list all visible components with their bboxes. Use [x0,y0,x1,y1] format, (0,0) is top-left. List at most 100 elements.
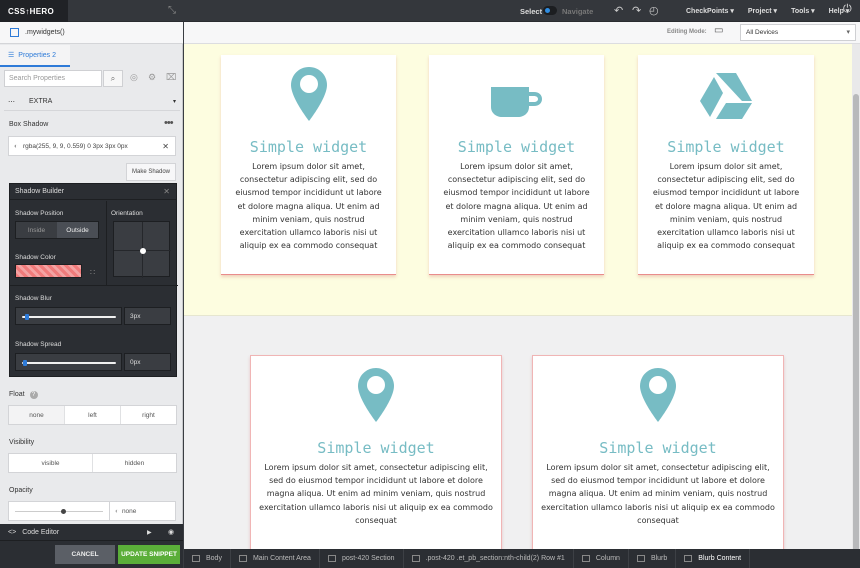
selector-icon [10,28,19,37]
widget-text-line: Lorem ipsum dolor sit amet, consectetur … [264,463,488,472]
breadcrumb-item[interactable]: .post-420 .et_pb_section:nth-child(2) Ro… [404,549,574,568]
widget-text-line: magna aliqua. Ut enim ad minim veniam, q… [548,489,768,499]
shadow-position-toggle: Inside Outside [15,221,99,239]
cancel-button[interactable]: CANCEL [55,545,115,564]
search-icon[interactable]: ⌕ [103,70,123,87]
shadow-blur-value[interactable]: 3px [124,307,171,325]
orientation-handle[interactable] [140,248,146,254]
shadow-color-swatch[interactable] [15,264,82,278]
navigate-mode-label[interactable]: Navigate [562,0,593,22]
element-icon [327,555,336,562]
opacity-control: ◐ none [8,501,177,521]
widget-text-line: et dolore magna aliqua. Ut enim ad [654,201,798,211]
element-icon [192,555,200,562]
opacity-slider[interactable] [8,501,110,521]
box-shadow-field[interactable]: ◐ rgba(255, 9, 9, 0.559) 0 3px 3px 0px ✕ [8,136,176,156]
widget-card[interactable]: Simple widget Lorem ipsum dolor sit amet… [221,55,396,275]
code-editor-label: Code Editor [22,528,60,536]
visibility-options: visible hidden [8,453,177,473]
menu-checkpoints[interactable]: CheckPoints ▾ [686,7,734,15]
history-icon[interactable]: ◴ [649,4,659,17]
location-pin-icon [358,368,394,422]
float-left[interactable]: left [65,406,121,424]
float-none[interactable]: none [9,406,65,424]
properties-panel: .mywidgets() ☰ Properties 2 Search Prope… [0,22,183,568]
expand-icon[interactable]: ⤡ [168,5,176,16]
make-shadow-button[interactable]: Make Shadow [126,163,176,181]
devices-icon: ▭ [714,25,724,36]
inside-option[interactable]: Inside [16,222,57,238]
widget-text-line: et dolore magna aliqua. Ut enim ad [237,201,380,211]
eye-icon[interactable]: ◉ [168,528,174,536]
widget-text-line: eiusmod tempor incididunt ut labore [652,188,800,198]
breadcrumb-item[interactable]: Blurb [629,549,677,568]
tab-properties[interactable]: ☰ Properties 2 [0,45,70,67]
top-menu: CheckPoints ▾ Project ▾ Tools ▾ Help ▾ [686,0,849,22]
breadcrumb-item[interactable]: Body [184,549,231,568]
widget-text-line: exercitation ullamco laboris nisi ut ali… [259,502,493,512]
settings-icon[interactable]: ⚙ [148,72,156,83]
eye-icon[interactable]: ◎ [130,72,138,83]
menu-project[interactable]: Project ▾ [748,7,777,15]
float-options: none left right [8,405,177,425]
shadow-blur-slider[interactable] [15,307,122,325]
visibility-hidden[interactable]: hidden [93,454,176,472]
content-scrollbar[interactable] [852,44,860,549]
element-icon [581,555,590,562]
redo-icon[interactable]: ↷ [632,4,641,17]
widget-card[interactable]: Simple widget Lorem ipsum dolor sit amet… [532,355,784,549]
breadcrumb-label: Blurb Content [698,555,742,562]
device-select[interactable]: All Devices ▾ [740,24,856,41]
select-mode-label[interactable]: Select [520,0,542,22]
widget-card[interactable]: Simple widget Lorem ipsum dolor sit amet… [250,355,502,549]
orientation-label: Orientation [111,210,143,217]
menu-tools[interactable]: Tools ▾ [791,7,815,15]
editing-mode-label: Editing Mode: [667,29,707,35]
widget-text-line: aliquip ex ea commodo consequat [447,241,586,251]
top-bar: CSS↑HERO ⤡ Select Navigate ↶ ↷ ◴ CheckPo… [0,0,860,22]
clear-icon[interactable]: ✕ [162,142,169,151]
update-snippet-button[interactable]: UPDATE SNIPPET [118,545,180,564]
panel-footer: CANCEL UPDATE SNIPPET [0,540,183,568]
editing-mode-bar: Editing Mode: ▭ All Devices ▾ [184,22,860,44]
search-row: Search Properties ⌕ ◎ ⚙ ⌧ [4,70,180,88]
shadow-spread-value[interactable]: 0px [124,353,171,371]
power-icon[interactable]: ⏻ [843,3,852,16]
code-editor-bar[interactable]: <> Code Editor ▶ ◉ [0,524,183,540]
trash-icon[interactable]: ⌧ [166,72,176,83]
select-navigate-toggle[interactable] [543,6,557,15]
extra-label: EXTRA [29,98,53,105]
widget-card[interactable]: Simple widget Lorem ipsum dolor sit amet… [429,55,604,275]
undo-icon[interactable]: ↶ [614,4,623,17]
help-icon[interactable]: ? [29,391,38,399]
box-shadow-title: Box Shadow [9,121,49,128]
breadcrumb-item[interactable]: Main Content Area [231,549,320,568]
search-input[interactable]: Search Properties [4,70,102,87]
location-pin-icon [640,368,676,422]
widget-text-line: aliquip ex ea commodo consequat [239,241,378,251]
extra-dropdown[interactable]: ⋯ EXTRA ▾ [4,93,180,111]
selector-bar[interactable]: .mywidgets() [0,22,183,44]
breadcrumb-item[interactable]: Column [574,549,629,568]
orientation-pad[interactable] [113,221,171,278]
color-picker-icon[interactable]: ∷ [90,268,95,277]
opacity-value[interactable]: ◐ none [110,501,176,521]
widget-text-line: sed do eiusmod tempor incididunt ut labo… [551,476,765,486]
widget-text-line: exercitation ullamco laboris nisi ut [239,228,378,238]
close-icon[interactable]: ✕ [163,187,170,196]
float-right[interactable]: right [121,406,176,424]
breadcrumb-item[interactable]: Blurb Content [676,549,751,568]
outside-option[interactable]: Outside [57,222,98,238]
location-pin-icon [290,67,327,121]
widget-text-line: eiusmod tempor incididunt ut labore [235,188,382,198]
widget-text-line: exercitation ullamco laboris nisi ut [657,228,795,238]
visibility-visible[interactable]: visible [9,454,93,472]
shadow-position-label: Shadow Position [15,210,64,217]
element-icon [238,555,247,562]
widget-text-line: exercitation ullamco laboris nisi ut ali… [541,502,775,512]
shadow-spread-slider[interactable] [15,353,122,371]
widget-card[interactable]: Simple widget Lorem ipsum dolor sit amet… [638,55,814,275]
widget-text-line: consectetur adipiscing elit, sed do [657,175,795,185]
breadcrumb-item[interactable]: post-420 Section [320,549,404,568]
more-options-icon[interactable]: ••• [164,117,174,129]
